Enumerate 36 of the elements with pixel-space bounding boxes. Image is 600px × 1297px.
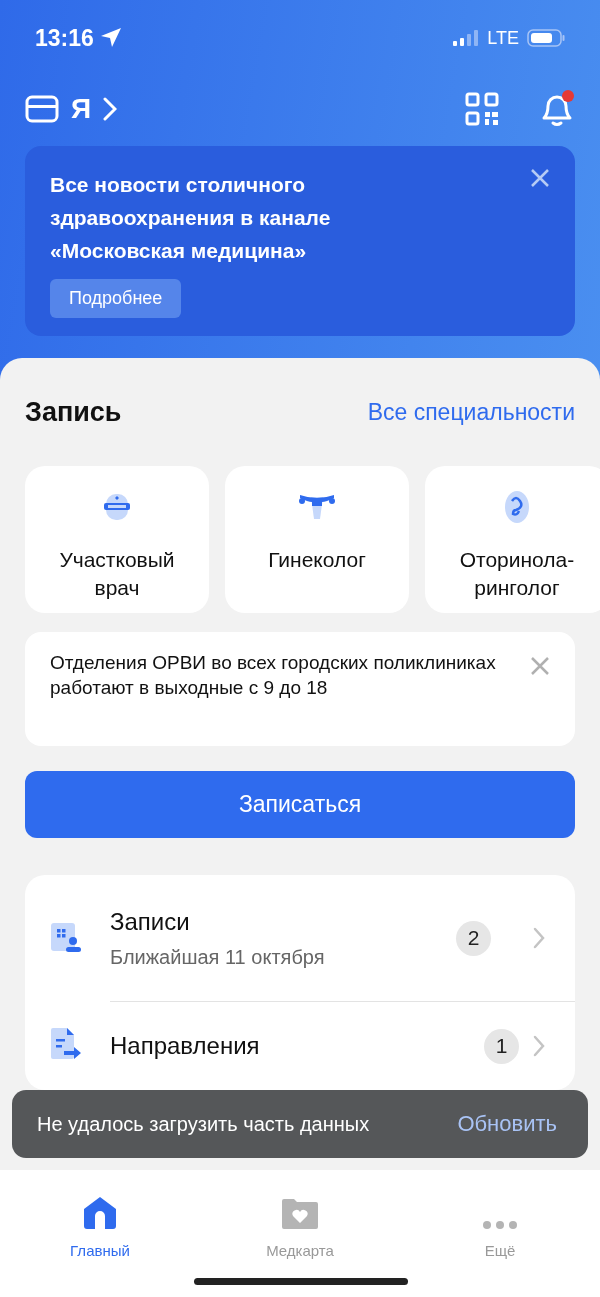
toast-message: Не удалось загрузить часть данных (37, 1112, 370, 1136)
list-item-title[interactable]: Записи (110, 907, 428, 936)
tab[interactable]: Ещё (400, 1184, 600, 1260)
more-icon (482, 1220, 518, 1230)
all-specialties-link[interactable]: Все специальности (367, 398, 575, 426)
specialty-card[interactable]: Оторинола-ринголог (425, 466, 600, 613)
tab[interactable]: Главный (0, 1184, 200, 1260)
count-badge: 1 (484, 1028, 519, 1064)
count-badge: 2 (456, 920, 491, 956)
doctor-icon (103, 492, 131, 522)
calendar-person-icon (50, 922, 82, 954)
specialty-card[interactable]: Гинеколог (225, 466, 409, 613)
network-type: LTE (487, 27, 519, 49)
section-title: Запись (25, 396, 122, 428)
location-icon (99, 27, 122, 49)
refresh-button[interactable]: Обновить (451, 1110, 563, 1138)
document-arrow-icon (50, 1026, 82, 1061)
ear-icon (503, 490, 531, 524)
banner-title: Все новости столичного здравоохранения в канале «Московская медицина» (50, 172, 332, 264)
tab[interactable]: Медкарта (200, 1184, 400, 1260)
list-item-title[interactable]: Направления (110, 1032, 484, 1060)
folder-heart-icon (281, 1198, 319, 1230)
home-icon (82, 1196, 118, 1230)
notice-text: Отделения ОРВИ во всех городских поликлиниках работают в выходные с 9 до 18 (50, 651, 497, 700)
qr-code-icon[interactable] (465, 92, 499, 126)
list-item-subtitle: Ближайшая 11 октября (110, 945, 326, 969)
status-time: 13:16 (35, 24, 94, 52)
close-icon[interactable] (530, 656, 550, 676)
card-icon[interactable] (25, 95, 59, 123)
specialty-card[interactable]: Участковый врач (25, 466, 209, 613)
close-icon[interactable] (530, 168, 550, 188)
profile-letter[interactable]: Я (71, 93, 92, 125)
book-button[interactable]: Записаться (25, 771, 575, 838)
signal-icon (453, 30, 480, 46)
details-button[interactable]: Подробнее (50, 279, 182, 318)
battery-icon (527, 29, 565, 47)
